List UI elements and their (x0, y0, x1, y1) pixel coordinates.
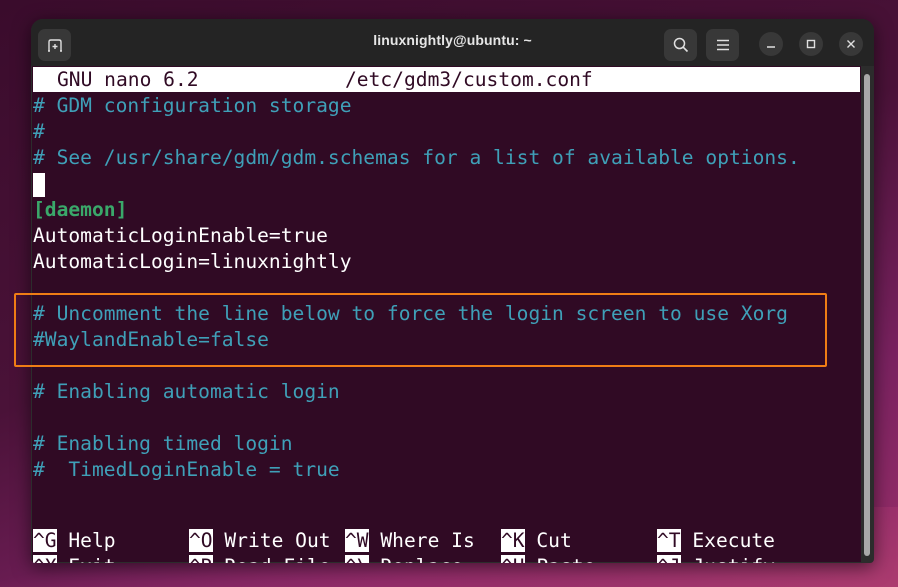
editor-line[interactable]: # Enabling timed login (33, 431, 293, 457)
shortcut-label: Read File (213, 555, 330, 563)
shortcut-label: Justify (681, 555, 775, 563)
close-icon (847, 40, 855, 48)
shortcut-label: Replace (369, 555, 463, 563)
shortcut-key: ^X (33, 555, 57, 563)
close-button[interactable] (839, 32, 863, 56)
editor-line[interactable]: # GDM configuration storage (33, 93, 352, 119)
editor-line[interactable]: # (33, 119, 45, 145)
editor-line[interactable]: [daemon] (33, 197, 127, 223)
shortcut-label: Where Is (368, 529, 475, 552)
shortcut-help[interactable]: ^G Help (33, 528, 116, 554)
scrollbar[interactable] (864, 74, 870, 556)
editor-line[interactable]: # TimedLoginEnable = true (33, 457, 340, 483)
shortcut-key: ^R (189, 555, 213, 563)
shortcut-key: ^J (657, 555, 681, 563)
shortcut-paste[interactable]: ^U Paste (501, 554, 595, 563)
shortcut-where-is[interactable]: ^W Where Is (345, 528, 475, 554)
shortcut-label: Exit (57, 555, 115, 563)
shortcut-write-out[interactable]: ^O Write Out (189, 528, 331, 554)
shortcut-cut[interactable]: ^K Cut (501, 528, 572, 554)
nano-filename: /etc/gdm3/custom.conf (345, 68, 593, 91)
text-cursor (33, 172, 45, 197)
shortcut-key: ^T (657, 529, 681, 552)
shortcut-exit[interactable]: ^X Exit (33, 554, 116, 563)
window-title: linuxnightly@ubuntu: ~ (373, 32, 532, 48)
maximize-button[interactable] (799, 32, 823, 56)
editor-line[interactable] (33, 171, 45, 197)
shortcut-key: ^K (501, 529, 525, 552)
minimize-icon (767, 46, 775, 48)
shortcut-key: ^O (189, 529, 213, 552)
editor-line[interactable]: # See /usr/share/gdm/gdm.schemas for a l… (33, 145, 800, 171)
terminal-window: linuxnightly@ubuntu: ~ GNU nano 6.2 /etc… (31, 19, 874, 563)
editor-line[interactable]: AutomaticLogin=linuxnightly (33, 249, 352, 275)
shortcut-key: ^G (33, 529, 57, 552)
editor-line[interactable]: # Enabling automatic login (33, 379, 340, 405)
shortcut-label: Help (56, 529, 116, 552)
nano-header: GNU nano 6.2/etc/gdm3/custom.conf (33, 67, 860, 92)
menu-button[interactable] (706, 29, 739, 61)
title-bar[interactable]: linuxnightly@ubuntu: ~ (31, 19, 874, 66)
search-icon (673, 37, 688, 53)
shortcut-justify[interactable]: ^J Justify (657, 554, 775, 563)
shortcut-key: ^\ (345, 555, 369, 563)
shortcut-label: Paste (525, 555, 595, 563)
shortcut-key: ^U (501, 555, 525, 563)
shortcut-label: Execute (680, 529, 775, 552)
shortcut-label: Cut (524, 529, 572, 552)
hamburger-menu-icon (716, 39, 729, 51)
shortcut-key: ^W (345, 529, 369, 552)
shortcut-label: Write Out (212, 529, 331, 552)
annotation-highlight-box (14, 293, 827, 367)
shortcut-replace[interactable]: ^\ Replace (345, 554, 463, 563)
editor-line[interactable]: AutomaticLoginEnable=true (33, 223, 328, 249)
minimize-button[interactable] (759, 32, 783, 56)
shortcut-execute[interactable]: ^T Execute (657, 528, 775, 554)
maximize-icon (806, 39, 816, 49)
shortcut-read-file[interactable]: ^R Read File (189, 554, 331, 563)
nano-version: GNU nano 6.2 (57, 68, 199, 91)
search-button[interactable] (664, 29, 697, 61)
